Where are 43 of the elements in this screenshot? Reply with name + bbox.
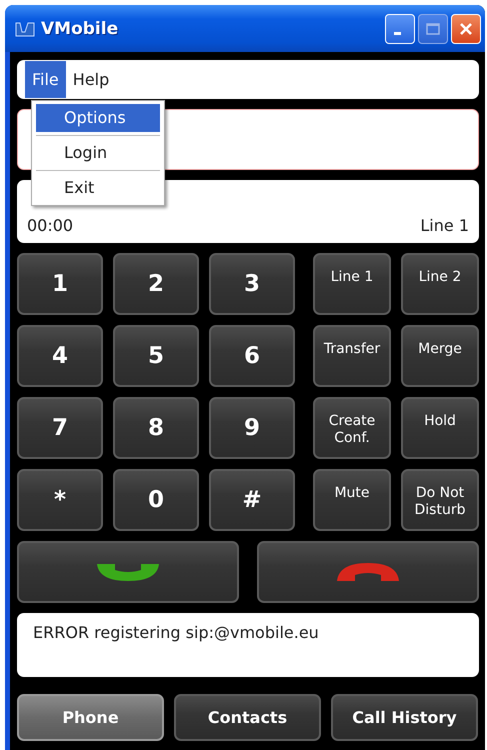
menu-option[interactable]: Options (36, 104, 160, 132)
menu-item[interactable]: Help (66, 61, 116, 98)
phone-pickup-icon (95, 561, 161, 583)
app-icon (15, 20, 35, 36)
minimize-icon (394, 32, 400, 35)
call-timer: 00:00 (27, 216, 74, 235)
tab[interactable]: Phone (17, 694, 164, 741)
minimize-button[interactable] (385, 14, 415, 44)
close-icon (459, 22, 473, 36)
keypad-key[interactable]: 9 (209, 397, 295, 459)
keypad-key[interactable]: # (209, 469, 295, 531)
keypad-key[interactable]: 3 (209, 253, 295, 315)
keypad-key[interactable]: 0 (113, 469, 199, 531)
window-title: VMobile (41, 18, 120, 38)
keypad-key[interactable]: 6 (209, 325, 295, 387)
menu-item[interactable]: File (25, 61, 66, 98)
keypad-key[interactable]: 4 (17, 325, 103, 387)
call-button[interactable] (17, 541, 239, 603)
hang-up-button[interactable] (257, 541, 479, 603)
function-key[interactable]: Transfer (313, 325, 391, 387)
keypad-key[interactable]: 7 (17, 397, 103, 459)
maximize-icon (426, 22, 440, 34)
function-key[interactable]: Line 2 (401, 253, 479, 315)
maximize-button[interactable] (418, 14, 448, 44)
function-key[interactable]: Do Not Disturb (401, 469, 479, 531)
function-key[interactable]: Create Conf. (313, 397, 391, 459)
keypad-key[interactable]: * (17, 469, 103, 531)
keypad-key[interactable]: 5 (113, 325, 199, 387)
function-key[interactable]: Hold (401, 397, 479, 459)
keypad-key[interactable]: 2 (113, 253, 199, 315)
close-button[interactable] (451, 14, 481, 44)
menu-option[interactable]: Exit (36, 174, 160, 202)
tab[interactable]: Contacts (174, 694, 321, 741)
function-key[interactable]: Line 1 (313, 253, 391, 315)
keypad-key[interactable]: 8 (113, 397, 199, 459)
line-label: Line 1 (420, 216, 469, 235)
keypad-key[interactable]: 1 (17, 253, 103, 315)
tab[interactable]: Call History (331, 694, 478, 741)
menu-option[interactable]: Login (36, 139, 160, 167)
status-message: ERROR registering sip:@vmobile.eu (33, 623, 319, 642)
function-key[interactable]: Merge (401, 325, 479, 387)
phone-hangup-icon (335, 561, 401, 583)
function-key[interactable]: Mute (313, 469, 391, 531)
